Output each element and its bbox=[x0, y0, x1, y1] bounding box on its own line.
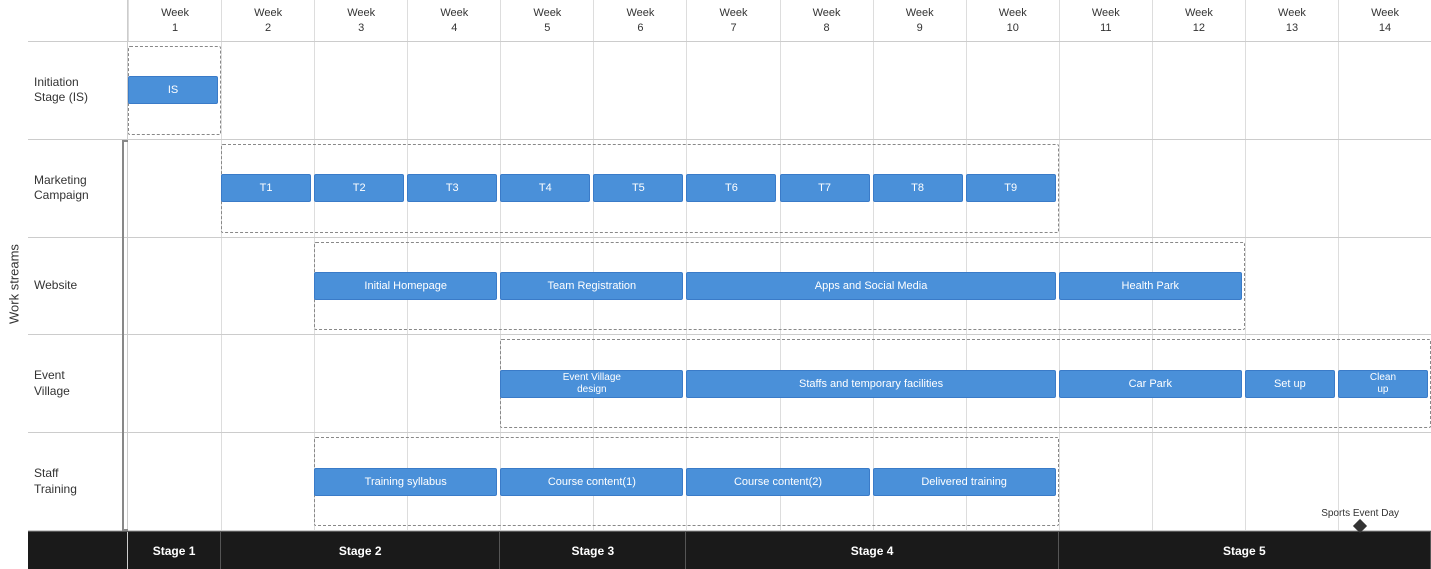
week-header-4: Week4 bbox=[407, 0, 500, 41]
grid-line bbox=[500, 42, 501, 139]
bar-marketing-0: T1 bbox=[221, 174, 311, 202]
bar-eventvillage-4: Cleanup bbox=[1338, 370, 1428, 398]
week-header-2: Week2 bbox=[221, 0, 314, 41]
grid-line bbox=[221, 433, 222, 530]
grid-line bbox=[1152, 140, 1153, 237]
row-timeline-marketing: T1T2T3T4T5T6T7T8T9 bbox=[128, 140, 1431, 237]
gantt-row-website: WebsiteInitial HomepageTeam Registration… bbox=[28, 238, 1431, 336]
week-header-12: Week12 bbox=[1152, 0, 1245, 41]
bar-website-3: Health Park bbox=[1059, 272, 1242, 300]
row-timeline-stafftraining: Training syllabusCourse content(1)Course… bbox=[128, 433, 1431, 530]
grid-line bbox=[1338, 238, 1339, 335]
y-axis-label: Work streams bbox=[0, 0, 28, 569]
grid-line bbox=[1152, 433, 1153, 530]
grid-line bbox=[314, 42, 315, 139]
grid-line bbox=[686, 42, 687, 139]
bar-marketing-3: T4 bbox=[500, 174, 590, 202]
week-header-7: Week7 bbox=[686, 0, 779, 41]
grid-line bbox=[221, 42, 222, 139]
gantt-row-eventvillage: EventVillageEvent VillagedesignStaffs an… bbox=[28, 335, 1431, 433]
week-header-5: Week5 bbox=[500, 0, 593, 41]
stage-footer: Stage 1Stage 2Stage 3Stage 4Stage 5 bbox=[28, 531, 1431, 569]
grid-line bbox=[221, 238, 222, 335]
bar-eventvillage-2: Car Park bbox=[1059, 370, 1242, 398]
diamond-icon bbox=[1353, 519, 1367, 533]
grid-line bbox=[1338, 140, 1339, 237]
grid-line bbox=[1059, 42, 1060, 139]
stage-cell-stage-1: Stage 1 bbox=[128, 532, 221, 569]
week-header-1: Week1 bbox=[128, 0, 221, 41]
grid-line bbox=[221, 335, 222, 432]
bar-marketing-7: T8 bbox=[873, 174, 963, 202]
week-header-6: Week6 bbox=[593, 0, 686, 41]
bar-website-0: Initial Homepage bbox=[314, 272, 497, 300]
week-headers: Week1Week2Week3Week4Week5Week6Week7Week8… bbox=[128, 0, 1431, 41]
bar-stafftraining-0: Training syllabus bbox=[314, 468, 497, 496]
bar-eventvillage-3: Set up bbox=[1245, 370, 1335, 398]
grid-line bbox=[1059, 433, 1060, 530]
stage-cells: Stage 1Stage 2Stage 3Stage 4Stage 5 bbox=[128, 532, 1431, 569]
bar-eventvillage-1: Staffs and temporary facilities bbox=[686, 370, 1055, 398]
gantt-row-marketing: MarketingCampaignT1T2T3T4T5T6T7T8T9 bbox=[28, 140, 1431, 238]
stage-cell-stage-3: Stage 3 bbox=[500, 532, 686, 569]
row-timeline-eventvillage: Event VillagedesignStaffs and temporary … bbox=[128, 335, 1431, 432]
grid-line bbox=[407, 335, 408, 432]
gantt-chart: Work streams Week1Week2Week3Week4Week5We… bbox=[0, 0, 1431, 569]
grid-line bbox=[314, 335, 315, 432]
bar-marketing-5: T6 bbox=[686, 174, 776, 202]
gantt-body: InitiationStage (IS)ISMarketingCampaignT… bbox=[28, 42, 1431, 531]
grid-line bbox=[1059, 140, 1060, 237]
row-label-stafftraining: StaffTraining bbox=[28, 433, 128, 530]
row-label-eventvillage: EventVillage bbox=[28, 335, 128, 432]
row-timeline-website: Initial HomepageTeam RegistrationApps an… bbox=[128, 238, 1431, 335]
week-header-3: Week3 bbox=[314, 0, 407, 41]
grid-line bbox=[1245, 140, 1246, 237]
grid-line bbox=[1245, 433, 1246, 530]
bar-marketing-2: T3 bbox=[407, 174, 497, 202]
sports-event-overlay: Sports Event Day bbox=[1321, 508, 1399, 531]
gantt-main: Week1Week2Week3Week4Week5Week6Week7Week8… bbox=[28, 0, 1431, 569]
week-header-14: Week14 bbox=[1338, 0, 1431, 41]
header-spacer bbox=[28, 0, 128, 41]
week-header-8: Week8 bbox=[780, 0, 873, 41]
header-row: Week1Week2Week3Week4Week5Week6Week7Week8… bbox=[28, 0, 1431, 42]
bar-website-2: Apps and Social Media bbox=[686, 272, 1055, 300]
bar-eventvillage-0: Event Villagedesign bbox=[500, 370, 683, 398]
bar-stafftraining-1: Course content(1) bbox=[500, 468, 683, 496]
bar-marketing-8: T9 bbox=[966, 174, 1056, 202]
grid-line bbox=[966, 42, 967, 139]
gantt-row-initiation: InitiationStage (IS)IS bbox=[28, 42, 1431, 140]
grid-line bbox=[780, 42, 781, 139]
row-label-marketing: MarketingCampaign bbox=[28, 140, 128, 237]
week-header-10: Week10 bbox=[966, 0, 1059, 41]
sports-event-text: Sports Event Day bbox=[1321, 508, 1399, 519]
work-streams-brace bbox=[122, 140, 128, 531]
row-timeline-initiation: IS bbox=[128, 42, 1431, 139]
stage-cell-stage-4: Stage 4 bbox=[686, 532, 1058, 569]
grid-line bbox=[593, 42, 594, 139]
gantt-row-stafftraining: StaffTrainingTraining syllabusCourse con… bbox=[28, 433, 1431, 531]
row-label-initiation: InitiationStage (IS) bbox=[28, 42, 128, 139]
bar-marketing-6: T7 bbox=[780, 174, 870, 202]
stage-cell-stage-2: Stage 2 bbox=[221, 532, 500, 569]
bar-stafftraining-2: Course content(2) bbox=[686, 468, 869, 496]
grid-line bbox=[873, 42, 874, 139]
grid-line bbox=[1245, 238, 1246, 335]
grid-line bbox=[407, 42, 408, 139]
row-label-website: Website bbox=[28, 238, 128, 335]
week-header-13: Week13 bbox=[1245, 0, 1338, 41]
bar-marketing-4: T5 bbox=[593, 174, 683, 202]
bar-initiation-0: IS bbox=[128, 76, 218, 104]
grid-line bbox=[1245, 42, 1246, 139]
bar-website-1: Team Registration bbox=[500, 272, 683, 300]
week-header-11: Week11 bbox=[1059, 0, 1152, 41]
grid-line bbox=[1338, 42, 1339, 139]
bar-stafftraining-3: Delivered training bbox=[873, 468, 1056, 496]
stage-footer-spacer bbox=[28, 532, 128, 569]
stage-cell-stage-5: Stage 5 bbox=[1059, 532, 1431, 569]
bar-marketing-1: T2 bbox=[314, 174, 404, 202]
grid-line bbox=[1152, 42, 1153, 139]
week-header-9: Week9 bbox=[873, 0, 966, 41]
